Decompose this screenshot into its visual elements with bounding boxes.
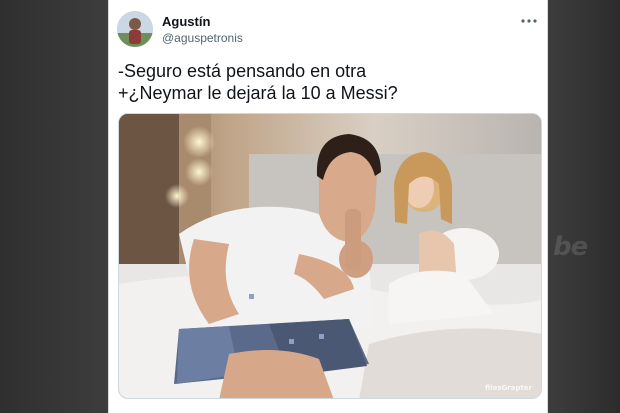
tweet-card: Agustín @aguspetronis -Seguro está pensa… — [108, 0, 548, 413]
more-horizontal-icon — [521, 19, 537, 23]
background-watermark: be — [553, 232, 588, 262]
tweet-text-line-2: +¿Neymar le dejará la 10 a Messi? — [118, 83, 398, 103]
author-display-name[interactable]: Agustín — [162, 14, 210, 29]
tweet-media-photo[interactable]: filesGrapter — [118, 113, 542, 399]
more-options-button[interactable] — [517, 12, 541, 30]
tweet-text: -Seguro está pensando en otra +¿Neymar l… — [118, 60, 538, 104]
tweet-header: Agustín @aguspetronis — [109, 0, 547, 58]
photo-watermark: filesGrapter — [485, 384, 532, 392]
backdrop-right — [548, 0, 620, 413]
avatar[interactable] — [117, 11, 153, 47]
avatar-image — [117, 11, 153, 47]
backdrop-left — [0, 0, 108, 413]
photo-illustration — [119, 114, 541, 398]
author-handle[interactable]: @aguspetronis — [162, 31, 243, 45]
tweet-text-line-1: -Seguro está pensando en otra — [118, 61, 367, 81]
